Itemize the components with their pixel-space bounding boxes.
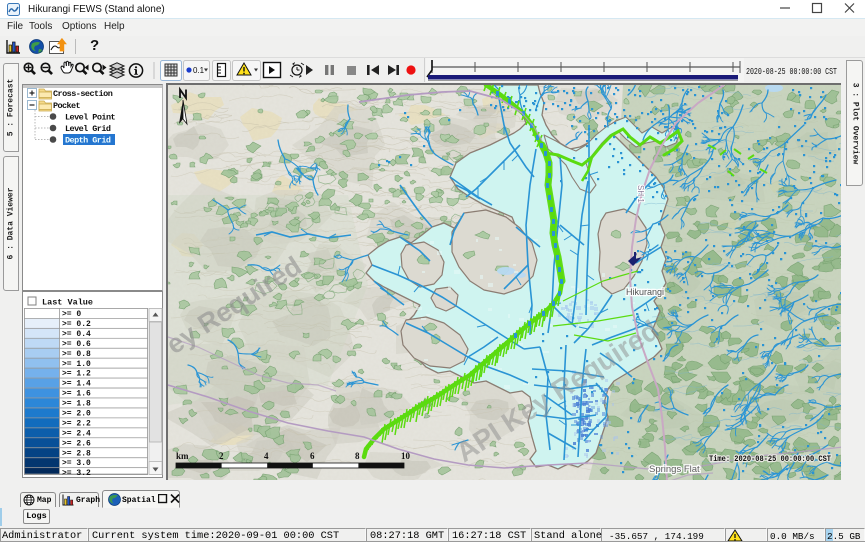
svg-text:>= 0.8: >= 0.8 [62,350,91,359]
svg-text:Pocket: Pocket [53,101,81,111]
svg-text:Level Point: Level Point [65,113,116,123]
svg-text:Level Grid: Level Grid [65,124,111,134]
svg-text:0.1: 0.1 [193,66,205,75]
svg-text:>= 2.4: >= 2.4 [62,429,91,438]
svg-text:>= 1.2: >= 1.2 [62,370,91,379]
svg-text:>= 1.8: >= 1.8 [62,400,91,409]
svg-text:>= 2.2: >= 2.2 [62,419,91,428]
svg-text:8: 8 [355,451,360,461]
svg-text:>= 0.2: >= 0.2 [62,320,91,329]
svg-text:>= 1.0: >= 1.0 [62,360,91,369]
svg-text:Cross-section: Cross-section [53,89,113,99]
svg-text:>= 0.4: >= 0.4 [62,330,91,339]
svg-text:6: 6 [310,451,315,461]
svg-text:Depth Grid: Depth Grid [65,136,111,146]
svg-text:4: 4 [264,451,269,461]
svg-text:>= 1.6: >= 1.6 [62,390,91,399]
svg-text:>= 2.6: >= 2.6 [62,439,91,448]
svg-text:>= 1.4: >= 1.4 [62,380,91,389]
svg-text:10: 10 [401,451,411,461]
svg-text:>= 3.2: >= 3.2 [62,469,91,478]
svg-text:Time: 2020-08-25 00:00:00 CST: Time: 2020-08-25 00:00:00 CST [709,454,831,464]
svg-text:>= 2.0: >= 2.0 [62,410,91,419]
svg-text:>= 3.0: >= 3.0 [62,459,91,468]
svg-text:>= 0: >= 0 [62,310,81,319]
svg-text:km: km [176,451,189,461]
svg-text:>= 2.8: >= 2.8 [62,449,91,458]
svg-text:Hikurangi: Hikurangi [626,287,664,297]
svg-text:>= 0.6: >= 0.6 [62,340,91,349]
svg-text:Springs Flat: Springs Flat [649,464,700,475]
svg-text:2: 2 [219,451,224,461]
svg-text:Last Value: Last Value [42,298,93,308]
svg-text:SH 1: SH 1 [636,185,645,203]
svg-text:2020-08-25 00:00:00 CST: 2020-08-25 00:00:00 CST [746,67,837,77]
